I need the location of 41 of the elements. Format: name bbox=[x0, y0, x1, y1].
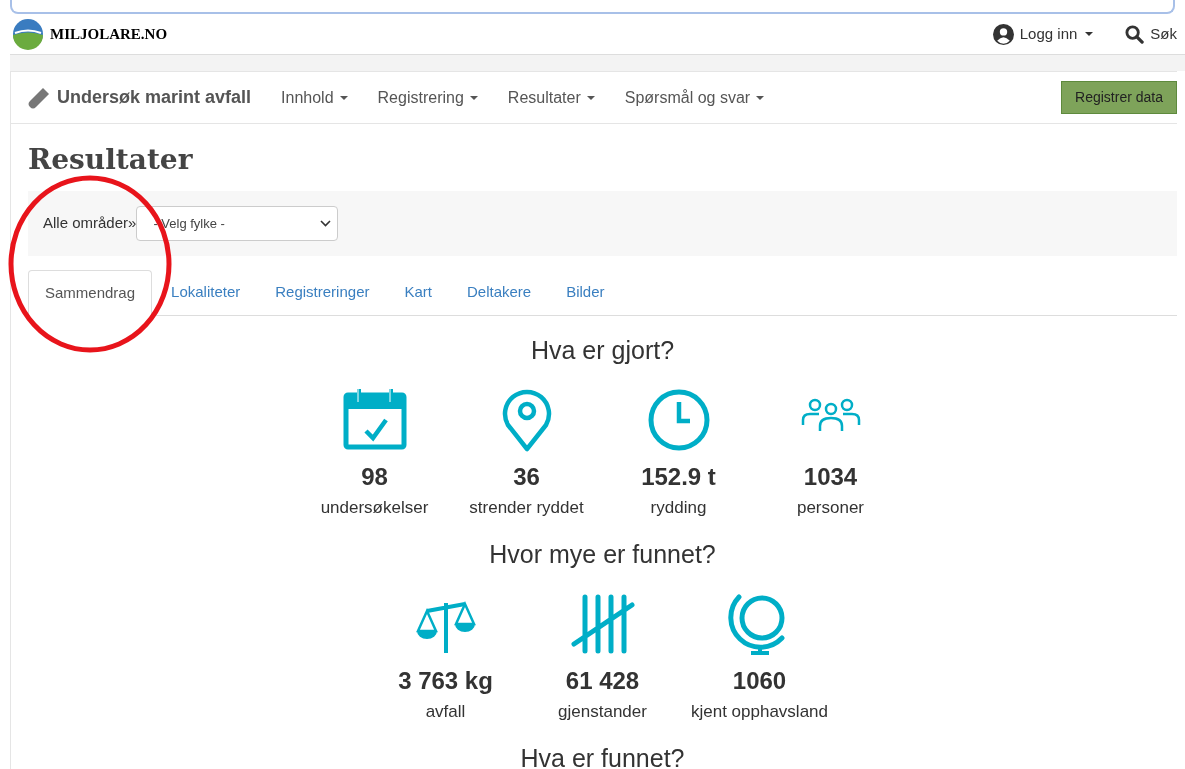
stat-value: 61 428 bbox=[565, 667, 640, 695]
logo-icon bbox=[12, 18, 44, 50]
site-name[interactable]: MILJOLARE.NO bbox=[50, 22, 168, 46]
stat-value: 1060 bbox=[732, 667, 787, 695]
tab[interactable]: Registreringer bbox=[258, 270, 387, 316]
nav-menu[interactable]: Registrering bbox=[377, 85, 478, 110]
stat-value: 1034 bbox=[803, 463, 858, 491]
tab[interactable]: Bilder bbox=[549, 270, 622, 316]
tab[interactable]: Deltakere bbox=[450, 270, 549, 316]
section-heading: Hvor mye er funnet? bbox=[489, 539, 716, 569]
bottle-icon bbox=[27, 85, 51, 110]
stat-value: 3 763 kg bbox=[398, 667, 493, 695]
stat-label: rydding bbox=[650, 497, 707, 519]
navbar-brand[interactable]: Undersøk marint avfall bbox=[57, 84, 252, 111]
login-menu[interactable]: Logg inn bbox=[992, 22, 1094, 46]
nav-menu[interactable]: Innhold bbox=[281, 85, 348, 110]
nav-menu[interactable]: Resultater bbox=[507, 85, 595, 110]
search-icon bbox=[1125, 24, 1145, 44]
tab[interactable]: Sammendrag bbox=[28, 270, 153, 316]
stat-value: 98 bbox=[361, 463, 388, 491]
stat-label: gjenstander bbox=[558, 701, 647, 723]
stat-label: undersøkelser bbox=[320, 497, 429, 519]
stat-label: strender ryddet bbox=[469, 497, 584, 519]
page-title: Resultater bbox=[28, 142, 194, 178]
stat-label: kjent opphavsland bbox=[690, 701, 828, 723]
user-icon bbox=[992, 23, 1014, 45]
calendar-check-icon bbox=[341, 387, 408, 453]
section-heading: Hva er gjort? bbox=[530, 335, 675, 365]
stat-value: 36 bbox=[513, 463, 540, 491]
register-data-button[interactable]: Registrer data bbox=[1061, 81, 1177, 114]
stat-value: 152.9 t bbox=[641, 463, 716, 491]
stat-label: personer bbox=[796, 497, 865, 519]
tab[interactable]: Lokaliteter bbox=[154, 270, 258, 316]
stat-label: avfall bbox=[425, 701, 466, 723]
nav-menu[interactable]: Spørsmål og svar bbox=[624, 85, 765, 110]
chevron-down-icon bbox=[320, 220, 332, 227]
search-link[interactable]: Søk bbox=[1125, 22, 1177, 46]
filter-label: Alle områder» bbox=[43, 213, 137, 234]
tab[interactable]: Kart bbox=[387, 270, 449, 316]
section-heading: Hva er funnet? bbox=[520, 743, 685, 769]
county-select[interactable]: - Velg fylke - bbox=[136, 206, 339, 241]
